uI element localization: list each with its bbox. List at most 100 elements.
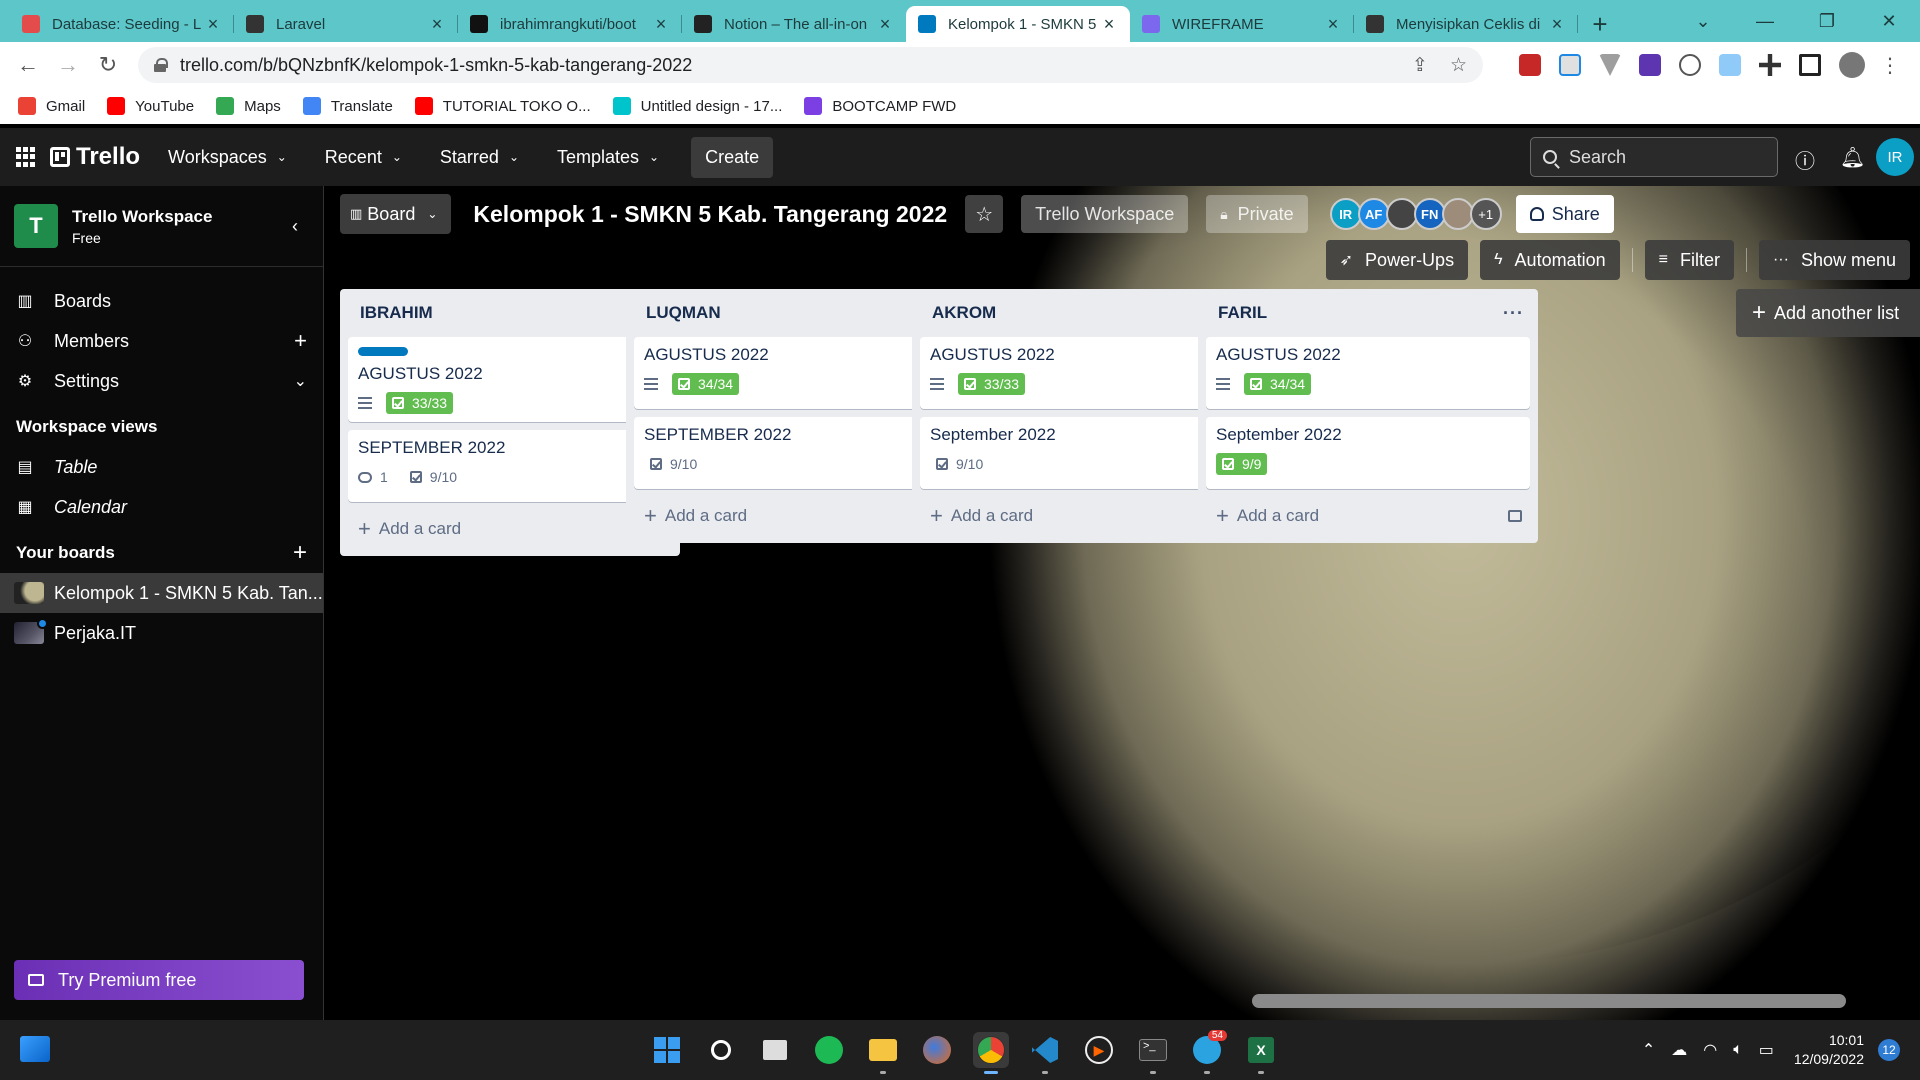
create-button[interactable]: Create — [691, 136, 774, 178]
bookmark-item[interactable]: TUTORIAL TOKO O... — [414, 97, 591, 115]
browser-tab[interactable]: Database: Seeding - L × — [10, 6, 234, 42]
tab-search-chevron-icon[interactable]: ⌄ — [1672, 11, 1734, 32]
sidebar-board-kelompok[interactable]: Kelompok 1 - SMKN 5 Kab. Tan... — [0, 573, 323, 613]
extension-icon[interactable] — [1519, 54, 1541, 76]
task-view-icon[interactable] — [757, 1032, 793, 1068]
filter-button[interactable]: ≡ Filter — [1644, 240, 1734, 280]
board-view-switcher[interactable]: ▥ Board ⌄ — [340, 194, 452, 234]
extension-icon[interactable] — [1679, 54, 1701, 76]
search-input[interactable]: Search — [1530, 137, 1778, 177]
list-title[interactable]: IBRAHIM — [360, 303, 433, 323]
close-window-button[interactable]: ✕ — [1858, 11, 1920, 32]
extension-icon[interactable] — [1599, 54, 1621, 76]
tab-close-icon[interactable]: × — [1100, 14, 1118, 35]
chrome-icon[interactable] — [973, 1032, 1009, 1074]
app-switcher-icon[interactable] — [16, 147, 36, 167]
bookmark-item[interactable]: Translate — [302, 97, 393, 115]
list-menu-icon[interactable]: ··· — [1503, 303, 1524, 324]
extension-icon[interactable] — [1559, 54, 1581, 76]
tab-close-icon[interactable]: × — [428, 14, 446, 35]
spotify-icon[interactable] — [811, 1032, 847, 1068]
header-menu-templates[interactable]: Templates ⌄ — [557, 147, 659, 168]
add-board-plus-icon[interactable]: + — [293, 539, 307, 567]
list-title[interactable]: FARIL — [1218, 303, 1267, 323]
browser-tab[interactable]: ibrahimrangkuti/boot × — [458, 6, 682, 42]
workspace-name[interactable]: Trello Workspace — [72, 207, 212, 227]
card[interactable]: AGUSTUS 2022 34/34 — [634, 337, 958, 409]
notifications-bell-icon[interactable]: 🔔︎ — [1840, 145, 1865, 170]
widgets-icon[interactable] — [20, 1036, 50, 1062]
chevron-down-icon[interactable]: ⌄ — [294, 371, 307, 391]
trello-logo[interactable]: Trello — [50, 143, 140, 171]
clock[interactable]: 10:01 12/09/2022 — [1794, 1031, 1864, 1069]
chrome-menu-icon[interactable]: ⋮ — [1880, 53, 1900, 78]
notification-badge[interactable]: 12 — [1878, 1039, 1900, 1061]
url-text[interactable]: trello.com/b/bQNzbnfK/kelompok-1-smkn-5-… — [180, 55, 1390, 76]
share-button[interactable]: Share — [1515, 195, 1614, 233]
file-explorer-icon[interactable] — [865, 1032, 901, 1074]
browser-tab[interactable]: Menyisipkan Ceklis di × — [1354, 6, 1578, 42]
telegram-icon[interactable]: 54 — [1189, 1030, 1227, 1074]
more-members-button[interactable]: +1 — [1469, 198, 1502, 230]
add-card-button[interactable]: + Add a card — [920, 497, 1244, 535]
bookmark-item[interactable]: BOOTCAMP FWD — [804, 97, 956, 115]
excel-icon[interactable]: X — [1243, 1032, 1279, 1074]
bookmark-item[interactable]: YouTube — [107, 97, 194, 115]
volume-icon[interactable]: 🔈︎ — [1733, 1041, 1743, 1059]
header-menu-workspaces[interactable]: Workspaces ⌄ — [168, 147, 287, 168]
add-another-list-button[interactable]: + Add another list — [1736, 289, 1920, 337]
side-panel-icon[interactable] — [1799, 54, 1821, 76]
wifi-icon[interactable]: ◠ — [1703, 1040, 1717, 1060]
profile-avatar[interactable] — [1839, 52, 1865, 78]
terminal-icon[interactable]: >_ — [1135, 1032, 1171, 1074]
card-template-icon[interactable] — [1508, 510, 1522, 522]
bookmark-item[interactable]: Maps — [216, 97, 281, 115]
board-horizontal-scrollbar[interactable] — [1252, 994, 1846, 1008]
forward-button[interactable]: → — [48, 52, 88, 78]
battery-icon[interactable]: ▭ — [1759, 1040, 1774, 1060]
media-player-icon[interactable]: ▶ — [1081, 1032, 1117, 1068]
member-avatar[interactable]: AF — [1357, 198, 1390, 230]
restore-button[interactable]: ❐ — [1796, 11, 1858, 32]
privacy-button[interactable]: 🔒︎ Private — [1206, 195, 1308, 233]
sidebar-item-settings[interactable]: ⚙ Settings ⌄ — [0, 361, 323, 401]
workspace-visibility-button[interactable]: Trello Workspace — [1021, 195, 1189, 233]
extensions-puzzle-icon[interactable] — [1759, 54, 1781, 76]
browser-tab[interactable]: Notion – The all-in-on × — [682, 6, 906, 42]
user-avatar[interactable]: IR — [1876, 138, 1914, 176]
add-member-plus-icon[interactable]: + — [294, 328, 307, 354]
card[interactable]: SEPTEMBER 2022 1 9/10 — [348, 430, 672, 502]
star-board-icon[interactable]: ☆ — [965, 195, 1004, 233]
back-button[interactable]: ← — [8, 52, 48, 78]
card[interactable]: September 2022 9/9 — [1206, 417, 1530, 489]
list-header[interactable]: LUQMAN··· — [634, 289, 958, 337]
minimize-button[interactable]: — — [1734, 11, 1796, 32]
onedrive-cloud-icon[interactable]: ☁ — [1671, 1040, 1687, 1060]
list-header[interactable]: FARIL ··· — [1206, 289, 1530, 337]
card[interactable]: AGUSTUS 2022 33/33 — [348, 337, 672, 422]
browser-tab[interactable]: WIREFRAME × — [1130, 6, 1354, 42]
sidebar-item-members[interactable]: ⚇ Members + — [0, 321, 323, 361]
add-card-button[interactable]: + Add a card — [348, 510, 672, 548]
tab-close-icon[interactable]: × — [204, 14, 222, 35]
member-avatar[interactable]: FN — [1413, 198, 1446, 230]
extension-icon[interactable] — [1719, 54, 1741, 76]
header-menu-starred[interactable]: Starred ⌄ — [440, 147, 519, 168]
try-premium-button[interactable]: Try Premium free — [14, 960, 304, 1000]
list-title[interactable]: LUQMAN — [646, 303, 721, 323]
card-label[interactable] — [358, 347, 408, 356]
bookmark-item[interactable]: Untitled design - 17... — [612, 97, 782, 115]
list-title[interactable]: AKROM — [932, 303, 996, 323]
add-card-button[interactable]: + Add a card — [1206, 497, 1530, 535]
sidebar-item-boards[interactable]: ▥ Boards — [0, 281, 323, 321]
card[interactable]: AGUSTUS 2022 33/33 — [920, 337, 1244, 409]
bookmark-star-icon[interactable]: ☆ — [1450, 54, 1467, 77]
browser-tab[interactable]: Laravel × — [234, 6, 458, 42]
board-title[interactable]: Kelompok 1 - SMKN 5 Kab. Tangerang 2022 — [473, 201, 947, 228]
member-avatar[interactable] — [1385, 198, 1418, 230]
member-avatar[interactable]: IR — [1329, 198, 1362, 230]
tab-close-icon[interactable]: × — [1548, 14, 1566, 35]
show-hidden-icons-chevron-icon[interactable]: ⌃ — [1642, 1040, 1655, 1060]
header-menu-recent[interactable]: Recent ⌄ — [325, 147, 402, 168]
card[interactable]: September 2022 9/10 — [920, 417, 1244, 489]
